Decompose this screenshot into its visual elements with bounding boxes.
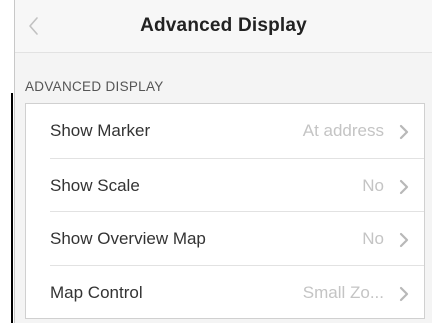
chevron-right-icon [399,179,409,195]
setting-label: Map Control [50,282,143,302]
setting-row-map-control[interactable]: Map Control Small Zo... [26,264,424,319]
setting-label: Show Scale [50,175,140,195]
navigation-bar: Advanced Display [15,0,432,53]
chevron-right-icon [399,286,409,302]
setting-value: At address [302,121,384,140]
chevron-right-icon [399,124,409,140]
settings-list: Show Marker At address Show Scale No Sho… [25,103,425,319]
setting-row-show-scale[interactable]: Show Scale No [26,157,424,212]
chevron-right-icon [399,232,409,248]
setting-value: No [362,229,384,248]
page-title: Advanced Display [140,15,307,36]
setting-row-show-marker[interactable]: Show Marker At address [26,104,424,158]
section-header: ADVANCED DISPLAY [25,79,164,94]
setting-row-show-overview-map[interactable]: Show Overview Map No [26,211,424,265]
setting-value: No [362,175,384,195]
setting-label: Show Overview Map [50,229,206,248]
settings-panel: Advanced Display ADVANCED DISPLAY Show M… [14,0,432,323]
setting-value: Small Zo... [302,282,384,302]
setting-label: Show Marker [50,121,151,140]
background-window-edge [0,93,13,323]
